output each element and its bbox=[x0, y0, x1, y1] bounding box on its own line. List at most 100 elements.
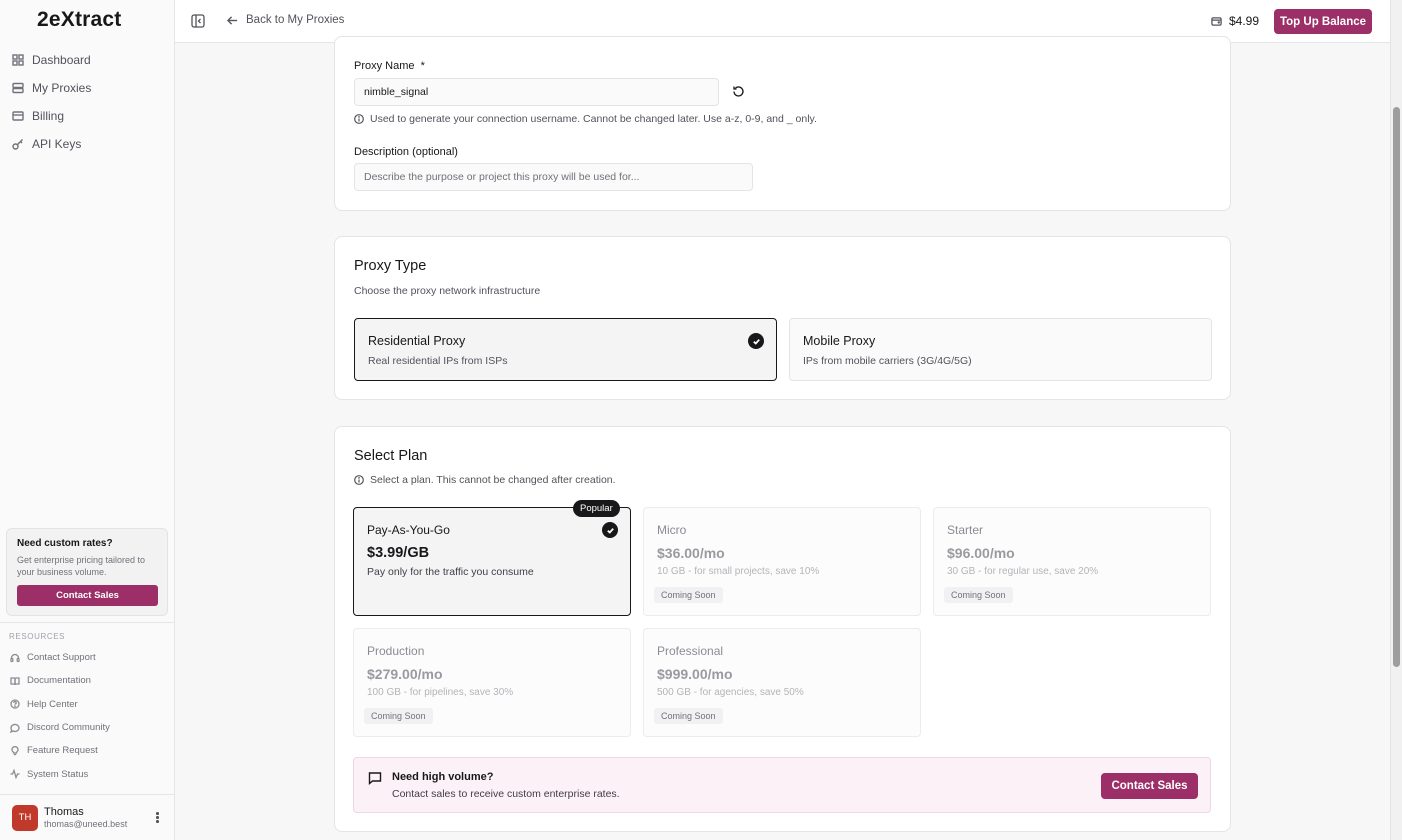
scrollbar-thumb[interactable] bbox=[1393, 107, 1400, 667]
check-icon bbox=[602, 522, 618, 538]
page-scrollbar[interactable] bbox=[1390, 0, 1402, 840]
high-volume-text: Contact sales to receive custom enterpri… bbox=[392, 788, 620, 800]
avatar: TH bbox=[12, 804, 38, 831]
user-profile[interactable]: TH Thomas thomas@uneed.best bbox=[0, 794, 174, 840]
balance-display: $4.99 bbox=[1211, 14, 1259, 28]
plan-name: Micro bbox=[657, 523, 687, 537]
option-title: Mobile Proxy bbox=[803, 334, 876, 348]
select-plan-title: Select Plan bbox=[354, 448, 428, 464]
resource-help-center[interactable]: Help Center bbox=[0, 693, 174, 716]
logo-text-pre: 2e bbox=[37, 8, 61, 31]
logo[interactable]: 2eXtract bbox=[37, 8, 122, 32]
proxy-type-subtitle: Choose the proxy network infrastructure bbox=[354, 285, 541, 297]
message-square-icon bbox=[368, 772, 382, 785]
high-volume-title: Need high volume? bbox=[392, 771, 494, 783]
plan-price: $96.00/mo bbox=[947, 545, 1015, 561]
info-icon bbox=[354, 475, 364, 485]
plan-name: Professional bbox=[657, 644, 724, 658]
resource-label: Help Center bbox=[27, 698, 78, 710]
plan-micro[interactable]: Micro $36.00/mo 10 GB - for small projec… bbox=[643, 507, 921, 616]
sidebar-item-label: API Keys bbox=[32, 137, 82, 151]
proxy-type-title: Proxy Type bbox=[354, 258, 427, 274]
plan-production[interactable]: Production $279.00/mo 100 GB - for pipel… bbox=[353, 628, 631, 737]
sidebar: 2eXtract Dashboard My Proxies Billing AP… bbox=[0, 0, 175, 840]
help-icon bbox=[10, 699, 20, 709]
resources-heading: RESOURCES bbox=[9, 632, 66, 641]
plan-starter[interactable]: Starter $96.00/mo 30 GB - for regular us… bbox=[933, 507, 1211, 616]
activity-icon bbox=[10, 769, 20, 780]
option-residential-proxy[interactable]: Residential Proxy Real residential IPs f… bbox=[354, 318, 777, 381]
proxy-details-card: Proxy Name * nimble_signal Used to gener… bbox=[334, 36, 1231, 211]
plan-desc: Pay only for the traffic you consume bbox=[367, 566, 534, 578]
balance-amount: $4.99 bbox=[1229, 14, 1260, 28]
coming-soon-badge: Coming Soon bbox=[944, 587, 1013, 603]
required-mark: * bbox=[420, 60, 425, 72]
wallet-icon bbox=[1211, 16, 1222, 26]
chat-icon bbox=[10, 723, 20, 733]
resource-label: System Status bbox=[27, 768, 89, 780]
description-label: Description (optional) bbox=[354, 146, 458, 158]
sidebar-item-billing[interactable]: Billing bbox=[0, 102, 174, 130]
sidebar-item-label: Dashboard bbox=[32, 53, 91, 67]
proxy-type-card: Proxy Type Choose the proxy network infr… bbox=[334, 236, 1231, 400]
arrow-left-icon bbox=[227, 15, 238, 25]
resources-list: Contact Support Documentation Help Cente… bbox=[0, 646, 174, 786]
top-up-balance-button[interactable]: Top Up Balance bbox=[1274, 9, 1372, 34]
coming-soon-badge: Coming Soon bbox=[654, 708, 723, 724]
contact-sales-button[interactable]: Contact Sales bbox=[1101, 773, 1198, 799]
custom-rates-promo: Need custom rates? Get enterprise pricin… bbox=[6, 528, 168, 616]
card-icon bbox=[12, 111, 24, 121]
sidebar-toggle-icon[interactable] bbox=[191, 14, 205, 28]
high-volume-banner: Need high volume? Contact sales to recei… bbox=[353, 757, 1211, 813]
logo-x: X bbox=[60, 8, 75, 31]
coming-soon-badge: Coming Soon bbox=[364, 708, 433, 724]
proxy-name-input[interactable]: nimble_signal bbox=[354, 78, 719, 106]
sidebar-nav: Dashboard My Proxies Billing API Keys bbox=[0, 46, 174, 158]
resource-system-status[interactable]: System Status bbox=[0, 762, 174, 785]
plan-desc: 10 GB - for small projects, save 10% bbox=[657, 566, 820, 577]
server-icon bbox=[12, 82, 24, 94]
sidebar-item-my-proxies[interactable]: My Proxies bbox=[0, 74, 174, 102]
popular-badge: Popular bbox=[573, 500, 620, 517]
user-info: Thomas thomas@uneed.best bbox=[44, 806, 127, 829]
select-plan-hint: Select a plan. This cannot be changed af… bbox=[354, 474, 616, 486]
plan-name: Starter bbox=[947, 523, 984, 537]
coming-soon-badge: Coming Soon bbox=[654, 587, 723, 603]
resource-label: Documentation bbox=[27, 675, 91, 687]
resource-documentation[interactable]: Documentation bbox=[0, 669, 174, 692]
key-icon bbox=[12, 139, 23, 150]
info-icon bbox=[354, 114, 364, 124]
plan-name: Pay-As-You-Go bbox=[367, 523, 450, 537]
resource-discord-community[interactable]: Discord Community bbox=[0, 716, 174, 739]
option-desc: IPs from mobile carriers (3G/4G/5G) bbox=[803, 355, 972, 367]
sidebar-item-label: Billing bbox=[32, 109, 65, 123]
bulb-icon bbox=[11, 745, 19, 755]
proxy-name-hint: Used to generate your connection usernam… bbox=[354, 113, 817, 125]
plan-price: $36.00/mo bbox=[657, 545, 725, 561]
sidebar-item-api-keys[interactable]: API Keys bbox=[0, 130, 174, 158]
sidebar-item-dashboard[interactable]: Dashboard bbox=[0, 46, 174, 74]
plan-professional[interactable]: Professional $999.00/mo 500 GB - for age… bbox=[643, 628, 921, 737]
sidebar-item-label: My Proxies bbox=[32, 81, 92, 95]
plan-desc: 100 GB - for pipelines, save 30% bbox=[367, 687, 514, 698]
description-placeholder: Describe the purpose or project this pro… bbox=[364, 171, 640, 183]
promo-text: Get enterprise pricing tailored to your … bbox=[17, 555, 146, 577]
plan-price: $3.99/GB bbox=[367, 545, 430, 561]
sidebar-contact-sales-button[interactable]: Contact Sales bbox=[17, 585, 158, 606]
plan-pay-as-you-go[interactable]: Pay-As-You-Go $3.99/GB Pay only for the … bbox=[353, 507, 631, 616]
resource-label: Feature Request bbox=[27, 745, 98, 757]
plan-price: $999.00/mo bbox=[657, 666, 733, 682]
book-icon bbox=[10, 677, 20, 686]
check-icon bbox=[748, 333, 764, 349]
regenerate-icon[interactable] bbox=[732, 85, 745, 98]
resource-feature-request[interactable]: Feature Request bbox=[0, 739, 174, 762]
sidebar-divider bbox=[0, 622, 174, 623]
plan-desc: 30 GB - for regular use, save 20% bbox=[947, 566, 1099, 577]
description-input[interactable]: Describe the purpose or project this pro… bbox=[354, 163, 753, 191]
back-to-proxies-link[interactable]: Back to My Proxies bbox=[227, 14, 344, 26]
option-mobile-proxy[interactable]: Mobile Proxy IPs from mobile carriers (3… bbox=[789, 318, 1212, 381]
option-title: Residential Proxy bbox=[368, 334, 466, 348]
resource-contact-support[interactable]: Contact Support bbox=[0, 646, 174, 669]
plan-price: $279.00/mo bbox=[367, 666, 443, 682]
more-options-icon[interactable] bbox=[156, 812, 160, 824]
